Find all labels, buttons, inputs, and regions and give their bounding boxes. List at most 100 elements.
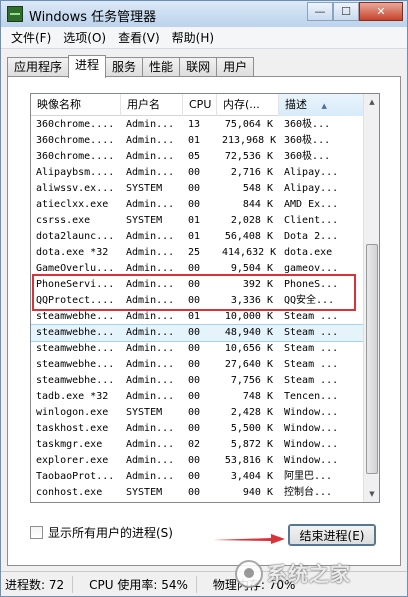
cell-user-name: Admin... bbox=[126, 343, 175, 354]
table-row[interactable]: steamwebhe... Admin... 00 7,756 K Steam ... bbox=[31, 373, 365, 389]
cell-cpu: 00 bbox=[188, 359, 201, 370]
cell-image-name: taskmgr.exe bbox=[36, 439, 103, 450]
end-process-button[interactable]: 结束进程(E) bbox=[288, 524, 376, 546]
process-list[interactable]: 映像名称 用户名 CPU 内存(... ▲ 描述 360chrome.... Ad… bbox=[30, 93, 380, 503]
cell-image-name: steamwebhe... bbox=[36, 311, 115, 322]
table-row[interactable]: steamwebhe... Admin... 00 10,656 K Steam ... bbox=[31, 341, 365, 357]
column-cpu[interactable]: CPU bbox=[183, 94, 217, 116]
cell-user-name: SYSTEM bbox=[126, 487, 163, 498]
cell-image-name: taskhost.exe bbox=[36, 423, 109, 434]
scroll-thumb[interactable] bbox=[366, 244, 378, 474]
tab-services[interactable]: 服务 bbox=[105, 57, 144, 77]
table-row[interactable]: aliwssv.ex... SYSTEM 00 548 K Alipay... bbox=[31, 181, 365, 197]
cell-memory: 10,656 K bbox=[224, 343, 273, 354]
cell-cpu: 13 bbox=[188, 119, 201, 130]
column-description[interactable]: ▲ 描述 bbox=[279, 94, 365, 116]
show-all-users-checkbox[interactable] bbox=[30, 525, 43, 539]
cell-memory: 414,632 K bbox=[222, 247, 277, 258]
table-row[interactable]: Alipaybsm.... Admin... 00 2,716 K Alipay... bbox=[31, 165, 365, 181]
cell-user-name: Admin... bbox=[126, 439, 175, 450]
cell-cpu: 00 bbox=[188, 375, 201, 386]
column-user-name[interactable]: 用户名 bbox=[121, 94, 183, 116]
table-row[interactable]: TaobaoProt... Admin... 00 3,404 K 阿里巴... bbox=[31, 469, 365, 485]
table-row[interactable]: steamwebhe... Admin... 01 10,000 K Steam ... bbox=[31, 309, 365, 325]
table-row[interactable]: GameOverlu... Admin... 00 9,504 K gameov... bbox=[31, 261, 365, 277]
cell-cpu: 00 bbox=[188, 279, 201, 290]
cell-memory: 213,968 K bbox=[222, 135, 277, 146]
maximize-button[interactable]: ☐ bbox=[333, 2, 359, 21]
cell-cpu: 05 bbox=[188, 151, 201, 162]
cell-cpu: 01 bbox=[188, 311, 201, 322]
cell-memory: 392 K bbox=[242, 279, 273, 290]
cell-image-name: explorer.exe bbox=[36, 455, 109, 466]
table-row[interactable]: csrss.exe SYSTEM 01 2,028 K Client... bbox=[31, 213, 365, 229]
table-row[interactable]: SogouSmart...Admin...001,296 K搜狗拼... bbox=[31, 501, 365, 502]
task-manager-window: Windows 任务管理器 — ☐ ✕ 文件(F) 选项(O) 查看(V) 帮助… bbox=[0, 0, 408, 597]
table-row[interactable]: taskhost.exe Admin... 00 5,500 K Window... bbox=[31, 421, 365, 437]
cell-description: Dota 2... bbox=[284, 231, 339, 242]
cell-user-name: Admin... bbox=[126, 119, 175, 130]
cell-user-name: Admin... bbox=[126, 295, 175, 306]
cell-memory: 3,404 K bbox=[230, 471, 273, 482]
cell-user-name: Admin... bbox=[126, 327, 175, 338]
cell-description: Steam ... bbox=[284, 311, 339, 322]
cell-cpu: 00 bbox=[188, 343, 201, 354]
table-row[interactable]: steamwebhe... Admin... 00 27,640 K Steam ... bbox=[31, 357, 365, 373]
table-row[interactable]: 360chrome.... Admin... 05 72,536 K 360极... bbox=[31, 149, 365, 165]
cell-user-name: Admin... bbox=[126, 167, 175, 178]
cell-description: PhoneS... bbox=[284, 279, 339, 290]
cell-cpu: 00 bbox=[188, 327, 201, 338]
cell-image-name: steamwebhe... bbox=[36, 343, 115, 354]
cell-user-name: Admin... bbox=[126, 199, 175, 210]
cell-user-name: Admin... bbox=[126, 455, 175, 466]
client-area: 应用程序 进程 服务 性能 联网 用户 映像名称 用户名 CPU 内存(... … bbox=[1, 49, 407, 571]
column-image-name[interactable]: 映像名称 bbox=[31, 94, 121, 116]
show-all-users-label: 显示所有用户的进程(S) bbox=[48, 525, 173, 540]
table-row[interactable]: 360chrome.... Admin... 01 213,968 K 360极... bbox=[31, 133, 365, 149]
cell-memory: 748 K bbox=[242, 391, 273, 402]
list-header: 映像名称 用户名 CPU 内存(... ▲ 描述 bbox=[31, 94, 365, 116]
cell-user-name: Admin... bbox=[126, 471, 175, 482]
table-row[interactable]: tadb.exe *32 Admin... 00 748 K Tencen... bbox=[31, 389, 365, 405]
menu-file[interactable]: 文件(F) bbox=[5, 29, 57, 46]
scroll-down-icon[interactable]: ▼ bbox=[364, 486, 379, 502]
vertical-scrollbar[interactable]: ▲ ▼ bbox=[363, 94, 379, 502]
cell-memory: 5,500 K bbox=[230, 423, 273, 434]
tab-applications[interactable]: 应用程序 bbox=[7, 57, 70, 77]
minimize-icon: — bbox=[314, 5, 326, 18]
table-row[interactable]: atieclxx.exe Admin... 00 844 K AMD Ex... bbox=[31, 197, 365, 213]
cell-image-name: 360chrome.... bbox=[36, 119, 115, 130]
cell-user-name: Admin... bbox=[126, 135, 175, 146]
menu-options[interactable]: 选项(O) bbox=[57, 29, 112, 46]
tab-users[interactable]: 用户 bbox=[216, 57, 255, 77]
close-button[interactable]: ✕ bbox=[359, 2, 403, 21]
show-all-users-row[interactable]: 显示所有用户的进程(S) bbox=[30, 524, 173, 540]
table-row[interactable]: winlogon.exe SYSTEM 00 2,428 K Window... bbox=[31, 405, 365, 421]
cell-description: Steam ... bbox=[284, 327, 339, 338]
cell-cpu: 01 bbox=[188, 215, 201, 226]
table-row[interactable]: QQProtect.... Admin... 00 3,336 K QQ安全... bbox=[31, 293, 365, 309]
table-row[interactable]: dota2launc... Admin... 01 56,408 K Dota 2... bbox=[31, 229, 365, 245]
processes-panel: 映像名称 用户名 CPU 内存(... ▲ 描述 360chrome.... Ad… bbox=[7, 76, 401, 566]
cell-cpu: 25 bbox=[188, 247, 201, 258]
column-memory[interactable]: 内存(... bbox=[217, 94, 279, 116]
table-row[interactable]: 360chrome.... Admin... 13 75,064 K 360极... bbox=[31, 117, 365, 133]
tab-processes[interactable]: 进程 bbox=[68, 55, 107, 78]
table-row[interactable]: explorer.exe Admin... 00 53,816 K Window... bbox=[31, 453, 365, 469]
table-row[interactable]: dota.exe *32 Admin... 25 414,632 K dota.exe bbox=[31, 245, 365, 261]
cell-memory: 10,000 K bbox=[224, 311, 273, 322]
cell-user-name: SYSTEM bbox=[126, 215, 163, 226]
tab-performance[interactable]: 性能 bbox=[142, 57, 181, 77]
table-row[interactable]: steamwebhe... Admin... 00 48,940 K Steam ... bbox=[31, 324, 366, 342]
tab-networking[interactable]: 联网 bbox=[179, 57, 218, 77]
table-row[interactable]: taskmgr.exe Admin... 02 5,872 K Window... bbox=[31, 437, 365, 453]
table-row[interactable]: PhoneServi... Admin... 00 392 K PhoneS... bbox=[31, 277, 365, 293]
table-row[interactable]: conhost.exe SYSTEM 00 940 K 控制台... bbox=[31, 485, 365, 501]
window-title: Windows 任务管理器 bbox=[29, 10, 157, 25]
scroll-up-icon[interactable]: ▲ bbox=[364, 94, 379, 110]
menu-help[interactable]: 帮助(H) bbox=[166, 29, 220, 46]
menu-view[interactable]: 查看(V) bbox=[112, 29, 166, 46]
cell-description: Alipay... bbox=[284, 183, 339, 194]
title-bar[interactable]: Windows 任务管理器 — ☐ ✕ bbox=[1, 1, 407, 27]
minimize-button[interactable]: — bbox=[307, 2, 333, 21]
